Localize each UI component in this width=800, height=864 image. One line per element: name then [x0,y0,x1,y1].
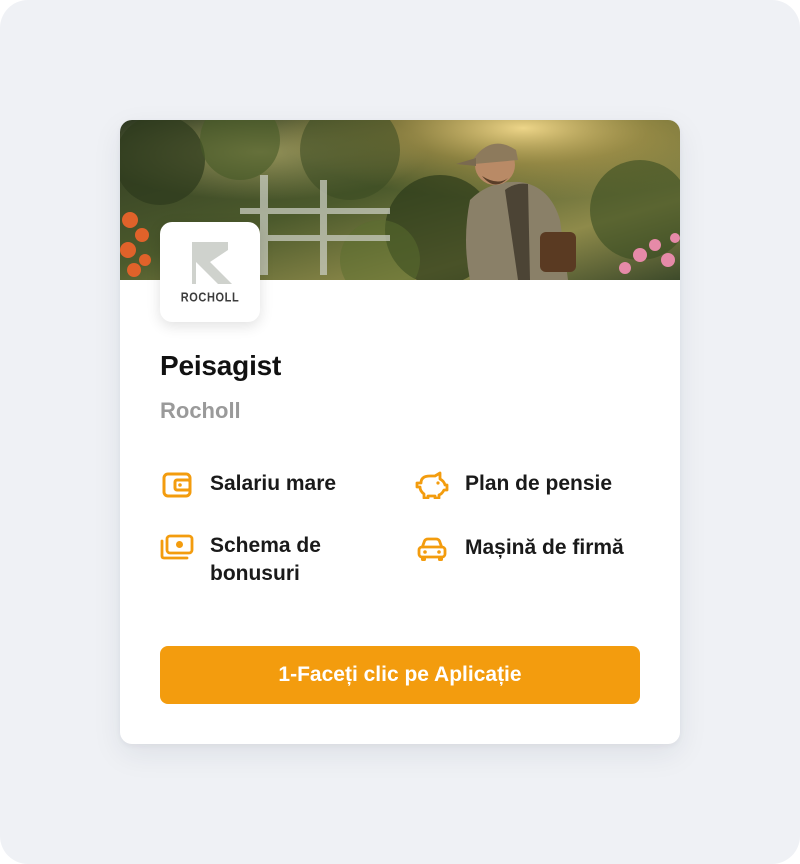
benefit-high-salary: Salariu mare [160,470,380,500]
apply-button[interactable]: 1-Faceți clic pe Aplicație [160,646,640,704]
job-card[interactable]: ROCHOLL Peisagist Rocholl Salariu mare P… [120,120,680,744]
company-logo: ROCHOLL [160,222,260,322]
company-name: Rocholl [160,398,241,423]
company-logo-text: ROCHOLL [180,291,240,305]
wallet-icon [160,470,194,500]
car-icon [415,534,449,564]
page-background: ROCHOLL Peisagist Rocholl Salariu mare P… [0,0,800,864]
benefit-bonus-scheme: Schema de bonusuri [160,532,380,588]
benefit-label: Schema de bonusuri [210,534,321,585]
benefit-pension-plan: Plan de pensie [415,470,635,500]
benefit-label: Plan de pensie [465,472,613,495]
money-bills-icon [160,532,194,562]
benefit-label: Mașină de firmă [465,536,624,559]
piggy-bank-icon [415,470,449,500]
benefit-company-car: Mașină de firmă [415,534,635,564]
benefit-label: Salariu mare [210,472,337,495]
rocholl-logo-mark [192,242,232,284]
job-title: Peisagist [160,350,282,381]
